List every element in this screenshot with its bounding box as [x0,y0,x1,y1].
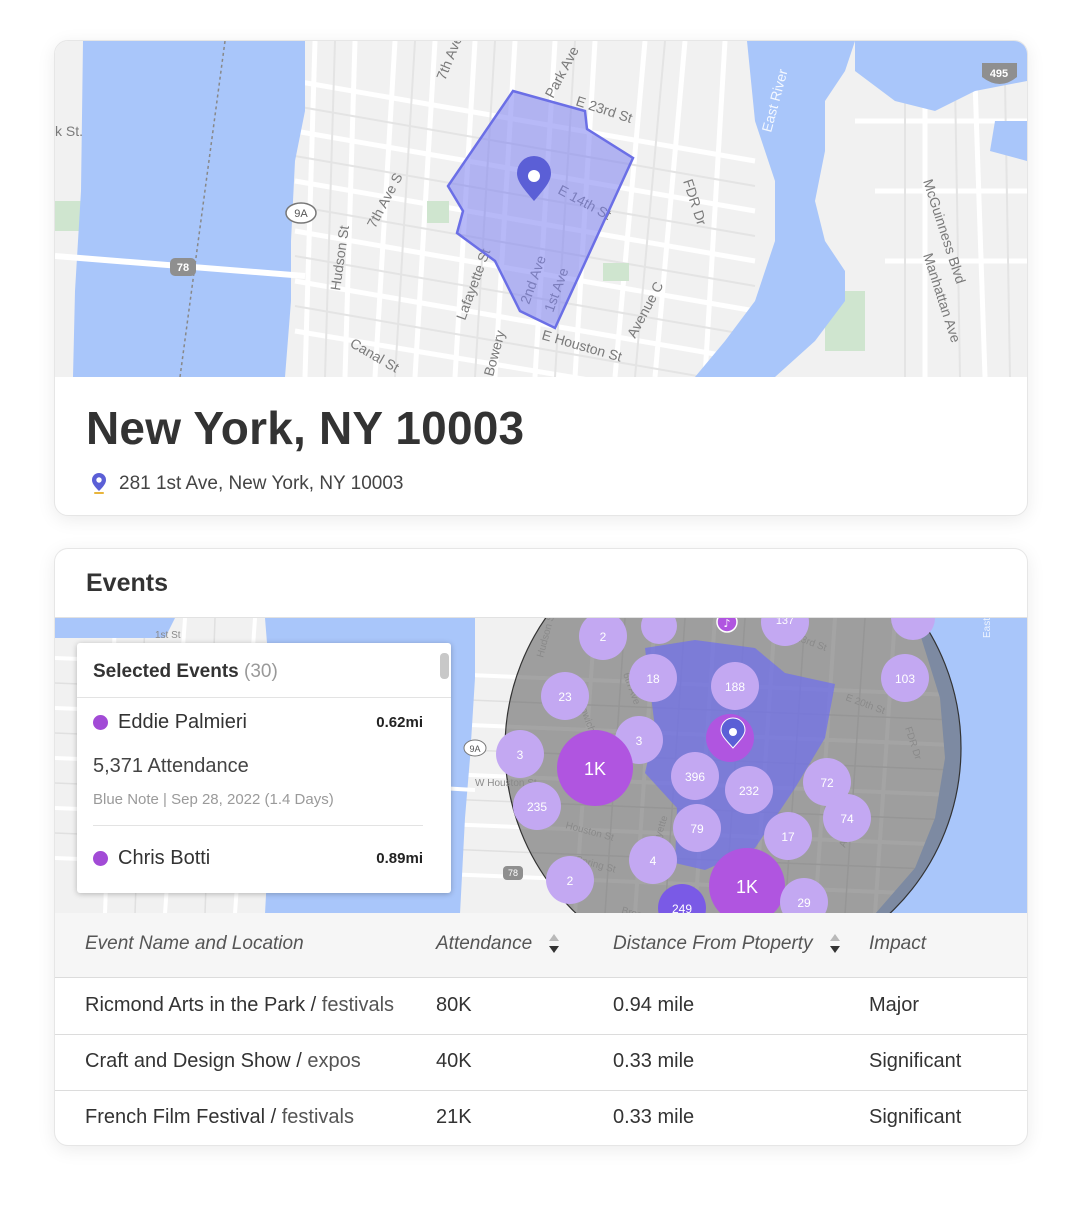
event-row-category: festivals [321,994,395,1016]
distance-cell: 0.33 mile [613,1106,695,1128]
svg-text:18: 18 [646,672,660,686]
svg-text:1st St: 1st St [155,630,181,641]
event-cell: Craft and Design Show / expos [85,1050,361,1072]
svg-text:3: 3 [517,748,524,762]
sort-icon[interactable] [829,933,841,955]
panel-divider [77,697,451,698]
table-row[interactable]: Craft and Design Show / expos 40K 0.33 m… [55,1034,1027,1091]
event-row-name: Ricmond Arts in the Park [85,994,306,1016]
svg-text:23: 23 [558,690,572,704]
svg-text:78: 78 [177,262,189,274]
col-attendance-label: Attendance [436,933,533,954]
event-attendance: 5,371 Attendance [93,755,249,777]
svg-text:4: 4 [650,854,657,868]
svg-text:79: 79 [690,822,704,836]
events-table-header: Event Name and Location Attendance Dista… [55,913,1027,978]
svg-text:235: 235 [527,800,547,814]
event-row-name: French Film Festival [85,1106,266,1128]
distance-cell: 0.94 mile [613,994,695,1016]
impact-cell: Major [869,994,920,1016]
location-address-row: 281 1st Ave, New York, NY 10003 [91,473,404,495]
svg-text:3: 3 [636,734,643,748]
svg-text:232: 232 [739,784,759,798]
event-row-name: Craft and Design Show [85,1050,291,1072]
svg-text:495: 495 [990,68,1008,80]
svg-text:9A: 9A [469,744,480,754]
selected-events-title: Selected Events [93,661,239,682]
impact-cell: Significant [869,1106,962,1128]
selected-event-item[interactable]: Chris Botti 0.89mi [93,847,423,870]
event-row-category: festivals [281,1106,354,1128]
svg-text:2: 2 [600,630,607,644]
attendance-cell: 21K [436,1106,472,1128]
svg-text:188: 188 [725,680,745,694]
svg-text:72: 72 [820,776,834,790]
event-cell: Ricmond Arts in the Park / festivals [85,994,395,1016]
selected-events-count: (30) [244,661,278,682]
selected-event-item[interactable]: Eddie Palmieri 0.62mi [93,711,423,734]
svg-text:East: East [982,618,993,638]
panel-scrollbar[interactable] [440,653,449,679]
svg-text:k St.: k St. [55,123,83,139]
col-event-name: Event Name and Location [85,933,304,955]
events-card: Events 9A 78 1st St W Houston St Houston… [54,548,1028,1146]
svg-text:1K: 1K [736,877,758,897]
event-name: Eddie Palmieri [118,711,247,733]
svg-text:78: 78 [508,868,518,878]
svg-text:9A: 9A [294,208,308,220]
col-distance[interactable]: Distance From Ptoperty [613,933,841,955]
attendance-cell: 80K [436,994,472,1016]
distance-cell: 0.33 mile [613,1050,695,1072]
panel-divider [93,825,423,826]
event-dot-icon [93,715,108,730]
svg-text:2: 2 [567,874,574,888]
col-event-name-label: Event Name and Location [85,933,304,954]
col-attendance[interactable]: Attendance [436,933,560,955]
svg-text:103: 103 [895,672,915,686]
location-address: 281 1st Ave, New York, NY 10003 [119,473,404,494]
event-row-category: expos [307,1050,361,1072]
attendance-cell: 40K [436,1050,472,1072]
table-row[interactable]: Ricmond Arts in the Park / festivals 80K… [55,978,1027,1035]
location-map[interactable]: 78 9A 495 k St. 7th Ave Park Ave E 23rd … [55,41,1027,377]
col-impact: Impact [869,933,926,955]
col-impact-label: Impact [869,933,927,954]
event-meta: Blue Note | Sep 28, 2022 (1.4 Days) [93,791,334,808]
col-distance-label: Distance From Ptoperty [613,933,813,954]
event-distance: 0.89mi [376,850,423,867]
event-distance: 0.62mi [376,714,423,731]
location-card: 78 9A 495 k St. 7th Ave Park Ave E 23rd … [54,40,1028,516]
event-dot-icon [93,851,108,866]
svg-text:74: 74 [840,812,854,826]
event-cell: French Film Festival / festivals [85,1106,354,1128]
svg-text:1K: 1K [584,759,606,779]
svg-text:♪: ♪ [723,617,730,630]
selected-events-header: Selected Events (30) [93,661,278,683]
svg-text:396: 396 [685,770,705,784]
event-name: Chris Botti [118,847,211,869]
svg-text:29: 29 [797,896,811,910]
selected-events-panel[interactable]: Selected Events (30) Eddie Palmieri 0.62… [77,643,451,893]
svg-text:137: 137 [776,617,794,627]
table-row[interactable]: French Film Festival / festivals 21K 0.3… [55,1090,1027,1145]
events-heading: Events [86,569,168,597]
svg-text:17: 17 [781,830,795,844]
map-pin-icon [92,473,106,494]
impact-cell: Significant [869,1050,962,1072]
sort-icon[interactable] [548,933,560,955]
location-title: New York, NY 10003 [86,402,525,454]
